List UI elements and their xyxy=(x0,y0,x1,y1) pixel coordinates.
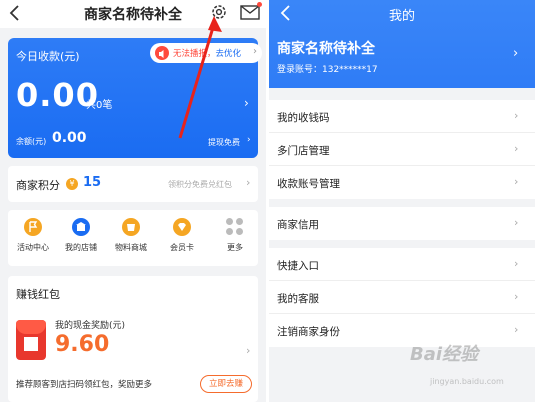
shortcut-label: 活动中心 xyxy=(17,243,49,252)
page-title: 我的 xyxy=(388,9,415,24)
cash-reward-value: 9.60 xyxy=(55,332,110,357)
points-hint: 领积分免费兑红包 xyxy=(168,180,232,189)
red-packet-card[interactable]: 赚钱红包 我的现金奖励(元) 9.60 › 推荐顾客到店扫码领红包，奖励更多 立… xyxy=(8,276,258,402)
chevron-right-icon: › xyxy=(514,175,519,188)
shortcut-activity-center[interactable]: 活动中心 xyxy=(11,218,55,253)
earn-now-button[interactable]: 立即去赚 xyxy=(200,375,252,393)
shortcut-member-card[interactable]: 会员卡 xyxy=(160,218,204,253)
menu-item-label: 收款账号管理 xyxy=(277,178,340,190)
menu-item-payment-account[interactable]: 收款账号管理 › xyxy=(269,166,535,199)
mail-icon xyxy=(240,5,260,20)
menu-item-cancel-merchant[interactable]: 注销商家身份 › xyxy=(269,314,535,347)
shop-icon xyxy=(122,218,140,236)
menu-group-2: 商家信用 › xyxy=(269,207,535,240)
menu-item-label: 商家信用 xyxy=(277,219,319,231)
chevron-right-icon: › xyxy=(246,176,251,189)
shortcut-label: 物料商城 xyxy=(115,243,147,252)
menu-group-3: 快捷入口 › 我的客服 › 注销商家身份 › xyxy=(269,248,535,347)
shortcut-label: 会员卡 xyxy=(170,243,194,252)
transaction-count: 共0笔 xyxy=(86,100,113,111)
shortcut-label: 我的店铺 xyxy=(65,243,97,252)
watermark-url: jingyan.baidu.com xyxy=(430,377,504,386)
chevron-right-icon: › xyxy=(253,46,257,57)
withdraw-link[interactable]: 提现免费 xyxy=(208,137,240,148)
referral-text: 推荐顾客到店扫码领红包，奖励更多 xyxy=(16,380,153,390)
cash-reward-label: 我的现金奖励(元) xyxy=(55,321,126,331)
member-card-icon xyxy=(173,218,191,236)
menu-item-multi-store[interactable]: 多门店管理 › xyxy=(269,133,535,166)
shortcut-grid: 活动中心 我的店铺 物料商城 会员卡 更多 xyxy=(8,210,258,266)
menu-group-1: 我的收钱码 › 多门店管理 › 收款账号管理 › xyxy=(269,100,535,199)
menu-item-label: 我的收钱码 xyxy=(277,112,330,124)
menu-item-label: 多门店管理 xyxy=(277,145,330,157)
more-icon xyxy=(226,218,244,236)
merchant-name: 商家名称待补全 xyxy=(277,41,375,57)
broadcast-warning-pill[interactable]: 无法播报，去优化 › xyxy=(150,43,262,63)
store-icon xyxy=(72,218,90,236)
unread-dot xyxy=(257,2,262,7)
points-label: 商家积分 xyxy=(16,179,60,192)
optimize-link[interactable]: 去优化 xyxy=(216,49,242,59)
speaker-alert-icon xyxy=(155,46,169,60)
points-value: 15 xyxy=(83,175,102,190)
baidu-jingyan-watermark: Bai经验 xyxy=(410,344,479,365)
profile-header: 我的 商家名称待补全 登录账号：132******17 › xyxy=(269,0,535,88)
chevron-right-icon: › xyxy=(247,135,251,145)
shortcut-label: 更多 xyxy=(227,243,243,252)
menu-item-label: 我的客服 xyxy=(277,293,319,305)
merchant-points-row[interactable]: 商家积分 ¥ 15 领积分免费兑红包 › xyxy=(8,166,258,202)
shortcut-more[interactable]: 更多 xyxy=(213,218,257,253)
menu-item-label: 注销商家身份 xyxy=(277,326,340,338)
balance-label: 余额(元) xyxy=(16,137,47,146)
merchant-home-screen: 商家名称待补全 今日收款(元) 无法播报，去优化 › 0.00 共0笔 › 余额… xyxy=(0,0,266,402)
chevron-right-icon: › xyxy=(513,46,519,61)
menu-item-payment-code[interactable]: 我的收钱码 › xyxy=(269,100,535,133)
shortcut-material-mall[interactable]: 物料商城 xyxy=(109,218,153,253)
menu-item-label: 快捷入口 xyxy=(277,260,319,272)
chevron-right-icon: › xyxy=(514,323,519,336)
warning-text: 无法播报， xyxy=(173,49,216,59)
shortcut-my-store[interactable]: 我的店铺 xyxy=(59,218,103,253)
chevron-right-icon: › xyxy=(514,109,519,122)
chevron-right-icon: › xyxy=(246,344,251,357)
red-envelope-icon xyxy=(16,320,46,360)
chevron-right-icon: › xyxy=(514,290,519,303)
chevron-right-icon: › xyxy=(514,216,519,229)
menu-item-merchant-credit[interactable]: 商家信用 › xyxy=(269,207,535,240)
menu-item-customer-service[interactable]: 我的客服 › xyxy=(269,281,535,314)
balance-amount: 0.00 xyxy=(52,130,87,146)
income-label: 今日收款(元) xyxy=(16,50,80,63)
chevron-right-icon: › xyxy=(244,96,249,110)
top-nav-bar: 商家名称待补全 xyxy=(0,0,266,28)
chevron-right-icon: › xyxy=(514,142,519,155)
chevron-right-icon: › xyxy=(514,257,519,270)
today-income-card[interactable]: 今日收款(元) 无法播报，去优化 › 0.00 共0笔 › 余额(元) 0.00… xyxy=(8,38,262,158)
coin-icon: ¥ xyxy=(66,178,78,190)
message-button[interactable] xyxy=(240,2,262,20)
my-profile-screen: 我的 商家名称待补全 登录账号：132******17 › 我的收钱码 › 多门… xyxy=(269,0,535,402)
menu-item-shortcuts[interactable]: 快捷入口 › xyxy=(269,248,535,281)
login-account: 登录账号：132******17 xyxy=(277,65,378,75)
flag-icon xyxy=(24,218,42,236)
settings-gear-icon[interactable] xyxy=(210,3,228,21)
red-packet-header: 赚钱红包 xyxy=(16,288,60,301)
